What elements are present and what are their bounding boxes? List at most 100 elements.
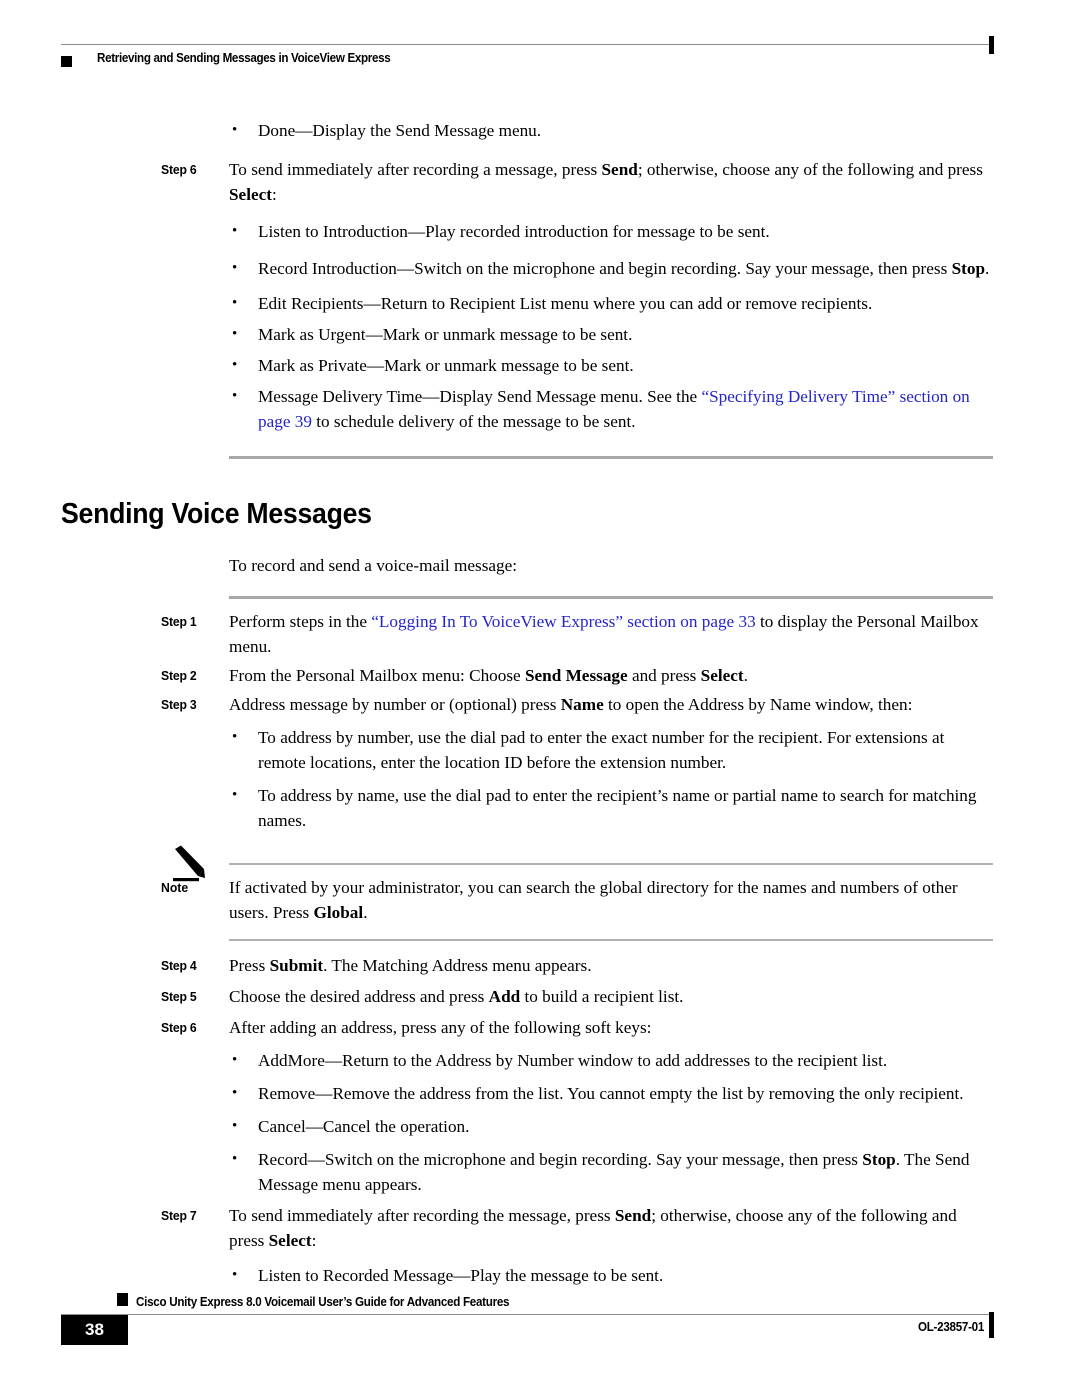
running-head: Retrieving and Sending Messages in Voice… <box>97 51 391 65</box>
step-label: Step 6 <box>161 162 197 177</box>
guide-title: Cisco Unity Express 8.0 Voicemail User’s… <box>136 1295 510 1309</box>
bullet-desc: Switch on the microphone and begin recor… <box>414 259 952 278</box>
list-item: • To address by number, use the dial pad… <box>229 725 993 775</box>
bullet-desc: Play the message to be sent. <box>470 1266 664 1285</box>
list-item: • Listen to Introduction—Play recorded i… <box>229 219 993 244</box>
keyword-global: Global <box>313 903 364 922</box>
bullet-desc: Display the Send Message menu. <box>312 121 542 140</box>
list-item: • Record—Switch on the microphone and be… <box>229 1147 993 1197</box>
bullet-desc: Play recorded introduction for message t… <box>425 222 770 241</box>
list-item: • Edit Recipients—Return to Recipient Li… <box>229 291 993 316</box>
note-block: Note If activated by your administrator,… <box>0 845 1080 941</box>
bullet-glyph: • <box>232 357 238 373</box>
step-label: Step 4 <box>161 958 197 973</box>
step-label: Step 1 <box>161 614 197 629</box>
step-text: : <box>271 185 277 204</box>
step-row: Step 4 Press Submit. The Matching Addres… <box>0 953 1080 978</box>
bullet-desc: Remove the address from the list. You ca… <box>332 1084 964 1103</box>
bullet-text: AddMore—Return to the Address by Number … <box>258 1048 993 1073</box>
bullet-glyph: • <box>232 1052 238 1068</box>
bullet-text: Record Introduction—Switch on the microp… <box>258 256 993 281</box>
bullet-glyph: • <box>232 729 238 745</box>
note-bottom-rule <box>229 939 993 941</box>
bullet-glyph: • <box>232 388 238 404</box>
step-row: Step 2 From the Personal Mailbox menu: C… <box>0 663 1080 688</box>
keyword-send: Send <box>614 1206 652 1225</box>
bullet-term: Remove <box>258 1084 316 1103</box>
note-text: . <box>363 903 368 922</box>
bullet-desc: Switch on the microphone and begin recor… <box>324 1150 863 1169</box>
bullet-text: Mark as Urgent—Mark or unmark message to… <box>258 322 993 347</box>
step-body: Choose the desired address and press Add… <box>229 984 993 1009</box>
bullet-dash: — <box>407 222 426 241</box>
note-label: Note <box>161 880 189 895</box>
list-item: • Remove—Remove the address from the lis… <box>229 1081 993 1106</box>
bullet-desc: Return to Recipient List menu where you … <box>380 294 873 313</box>
step-row: Step 6 After adding an address, press an… <box>0 1015 1080 1040</box>
step-text: to build a recipient list. <box>520 987 684 1006</box>
bullet-text: Remove—Remove the address from the list.… <box>258 1081 993 1106</box>
keyword-select: Select <box>700 666 744 685</box>
step-body: Perform steps in the “Logging In To Voic… <box>229 609 993 659</box>
list-item: • Cancel—Cancel the operation. <box>229 1114 993 1139</box>
step-text: ; otherwise, choose any of the following… <box>637 160 983 179</box>
bullet-glyph: • <box>232 326 238 342</box>
bullet-desc: Mark or unmark message to be sent. <box>384 356 634 375</box>
bullet-glyph: • <box>232 122 238 138</box>
bullet-term: Listen to Introduction <box>258 222 408 241</box>
list-item: • Record Introduction—Switch on the micr… <box>229 256 993 281</box>
bullet-text: Listen to Recorded Message—Play the mess… <box>258 1263 993 1288</box>
step-text: To send immediately after recording the … <box>229 1206 615 1225</box>
step-body: To send immediately after recording a me… <box>229 157 993 207</box>
bullet-desc: Return to the Address by Number window t… <box>342 1051 888 1070</box>
list-item: • Done—Display the Send Message menu. <box>229 118 993 143</box>
section-intro: To record and send a voice-mail message: <box>229 556 518 575</box>
bullet-desc: Display Send Message menu. See the <box>439 387 702 406</box>
step-label: Step 3 <box>161 697 197 712</box>
list-item: • Listen to Recorded Message—Play the me… <box>229 1263 993 1288</box>
keyword-select: Select <box>268 1231 312 1250</box>
bullet-term: Listen to Recorded Message <box>258 1266 454 1285</box>
cross-reference-link[interactable]: “Logging In To VoiceView Express” sectio… <box>371 612 755 631</box>
bullet-text: Done—Display the Send Message menu. <box>258 118 993 143</box>
header-rule-endcap <box>989 36 994 54</box>
page-header: Retrieving and Sending Messages in Voice… <box>0 36 1080 84</box>
header-rule <box>61 44 993 45</box>
step-text: To send immediately after recording a me… <box>229 160 602 179</box>
page-content: • Done—Display the Send Message menu. St… <box>0 118 1080 1288</box>
step-row: Step 6 To send immediately after recordi… <box>0 157 1080 207</box>
step-text: Address message by number or (optional) … <box>229 695 561 714</box>
bullet-text: To address by name, use the dial pad to … <box>258 786 977 830</box>
bullet-glyph: • <box>232 1151 238 1167</box>
list-item: • AddMore—Return to the Address by Numbe… <box>229 1048 993 1073</box>
step-body: Address message by number or (optional) … <box>229 692 993 717</box>
step-text: : <box>311 1231 317 1250</box>
bullet-term: Record <box>258 1150 308 1169</box>
step-text: From the Personal Mailbox menu: Choose <box>229 666 525 685</box>
bullet-text: Cancel—Cancel the operation. <box>258 1114 993 1139</box>
step-row: Step 1 Perform steps in the “Logging In … <box>0 609 1080 659</box>
step-text: Press <box>229 956 270 975</box>
step-body: From the Personal Mailbox menu: Choose S… <box>229 663 993 688</box>
step-body: To send immediately after recording the … <box>229 1203 993 1253</box>
bullet-glyph: • <box>232 1118 238 1134</box>
bullet-dash: — <box>315 1084 333 1103</box>
bullet-dash: — <box>295 121 313 140</box>
bullet-dash: — <box>453 1266 471 1285</box>
list-item: • To address by name, use the dial pad t… <box>229 783 993 833</box>
bullet-dash: — <box>324 1051 343 1070</box>
bullet-desc: Mark or unmark message to be sent. <box>382 325 633 344</box>
bullet-term: Message Delivery Time <box>258 387 423 406</box>
bullet-term: Cancel <box>258 1117 306 1136</box>
document-page: { "header": { "running_head": "Retrievin… <box>0 0 1080 1397</box>
bullet-glyph: • <box>232 295 238 311</box>
bullet-term: Mark as Private <box>258 356 367 375</box>
bullet-tail: . <box>985 259 990 278</box>
step-row: Step 5 Choose the desired address and pr… <box>0 984 1080 1009</box>
bullet-glyph: • <box>232 1267 238 1283</box>
bullet-dash: — <box>366 356 385 375</box>
footer-rule <box>61 1314 993 1315</box>
list-item: • Mark as Urgent—Mark or unmark message … <box>229 322 993 347</box>
keyword-submit: Submit <box>269 956 324 975</box>
step-text: Perform steps in the <box>229 612 372 631</box>
